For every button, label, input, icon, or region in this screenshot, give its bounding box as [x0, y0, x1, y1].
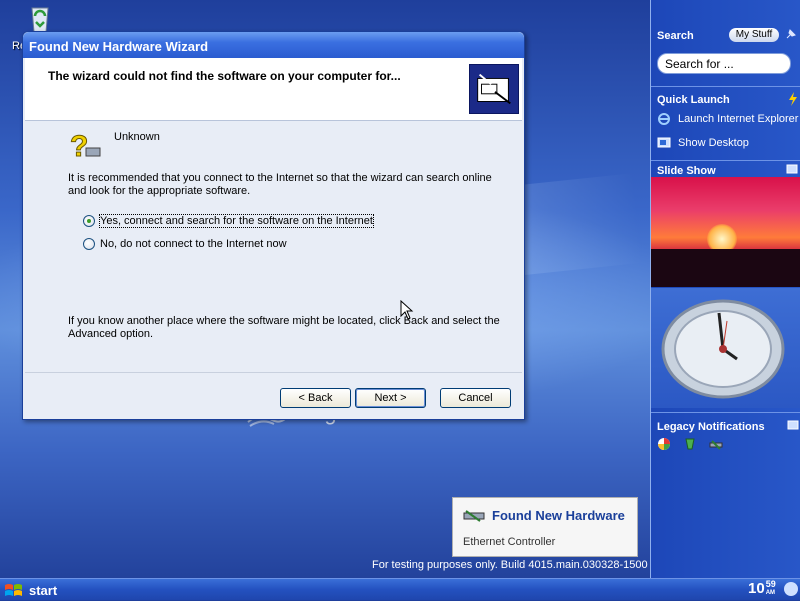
network-icon[interactable]: [709, 437, 723, 451]
sidebar-separator: [651, 160, 800, 161]
legacy-options-icon[interactable]: [787, 419, 799, 431]
analog-clock[interactable]: [661, 299, 785, 399]
sunset-land: [651, 249, 800, 287]
windows-flag-icon: [5, 584, 22, 596]
clock-minute: 59: [765, 579, 776, 589]
sidebar: Search My Stuff Search for ... Quick Lau…: [650, 0, 800, 578]
wizard-description: It is recommended that you connect to th…: [68, 172, 492, 197]
wizard-header-text: The wizard could not find the software o…: [48, 69, 401, 83]
quick-launch-show-desktop[interactable]: Show Desktop: [657, 136, 749, 150]
svg-text:?: ?: [70, 130, 88, 163]
radio-connect-label[interactable]: Yes, connect and search for the software…: [99, 214, 374, 228]
balloon-body: Ethernet Controller: [463, 536, 556, 548]
found-new-hardware-wizard: Found New Hardware Wizard The wizard cou…: [22, 31, 525, 420]
hardware-icon: [469, 64, 519, 114]
slide-show-image[interactable]: [651, 177, 800, 287]
other-place-text: If you know another place where the soft…: [68, 315, 500, 340]
radio-connect[interactable]: [83, 215, 95, 227]
sidebar-separator: [651, 412, 800, 413]
mouse-cursor-icon: [400, 300, 414, 320]
slide-show-title: Slide Show: [657, 165, 716, 177]
recycle-bin-icon[interactable]: [24, 2, 56, 34]
clock-minute-block: 59 AM: [766, 580, 776, 598]
clock-panel: [651, 288, 800, 408]
search-input[interactable]: Search for ...: [657, 53, 791, 74]
start-label: start: [29, 582, 58, 598]
desktop-icon: [657, 137, 671, 148]
slide-show-options-icon[interactable]: [786, 163, 798, 175]
tray-expand-icon[interactable]: [784, 582, 798, 596]
quick-launch-ie[interactable]: Launch Internet Explorer: [657, 112, 798, 126]
clock-ampm: AM: [765, 590, 776, 596]
wizard-header: The wizard could not find the software o…: [25, 58, 522, 121]
question-device-icon: ?: [70, 130, 101, 164]
start-button[interactable]: start: [0, 579, 66, 601]
ie-icon: [658, 113, 670, 125]
pin-icon[interactable]: [785, 28, 797, 40]
clock-hour: 10: [748, 580, 765, 597]
found-new-hardware-balloon[interactable]: Found New Hardware Ethernet Controller: [452, 497, 638, 557]
security-shield-icon[interactable]: [657, 437, 671, 451]
device-name: Unknown: [114, 131, 160, 143]
lightning-icon: [789, 92, 797, 106]
wizard-separator: [25, 372, 522, 373]
quick-launch-ie-label[interactable]: Launch Internet Explorer: [678, 113, 798, 125]
balloon-title: Found New Hardware: [492, 508, 625, 523]
build-watermark: For testing purposes only. Build 4015.ma…: [372, 559, 648, 571]
my-stuff-button[interactable]: My Stuff: [729, 28, 779, 42]
legacy-tray-icons: [657, 437, 723, 451]
safely-remove-hardware-icon[interactable]: [683, 437, 697, 451]
sidebar-separator: [651, 86, 800, 87]
option-do-not-connect[interactable]: No, do not connect to the Internet now: [83, 238, 287, 250]
quick-launch-show-desktop-label[interactable]: Show Desktop: [678, 137, 749, 149]
quick-launch-title: Quick Launch: [657, 94, 730, 106]
option-connect-internet[interactable]: Yes, connect and search for the software…: [83, 214, 374, 228]
search-title: Search: [657, 30, 694, 42]
taskbar: start 10 59 AM: [0, 578, 800, 600]
hardware-balloon-icon: [463, 510, 485, 522]
cancel-button[interactable]: Cancel: [440, 388, 511, 408]
legacy-notifications-title: Legacy Notifications: [657, 421, 765, 433]
radio-do-not-connect[interactable]: [83, 238, 95, 250]
taskbar-clock[interactable]: 10 59 AM: [748, 580, 776, 598]
next-button[interactable]: Next >: [355, 388, 426, 408]
radio-do-not-connect-label[interactable]: No, do not connect to the Internet now: [100, 238, 287, 250]
wizard-title[interactable]: Found New Hardware Wizard: [23, 32, 524, 58]
back-button[interactable]: < Back: [280, 388, 351, 408]
